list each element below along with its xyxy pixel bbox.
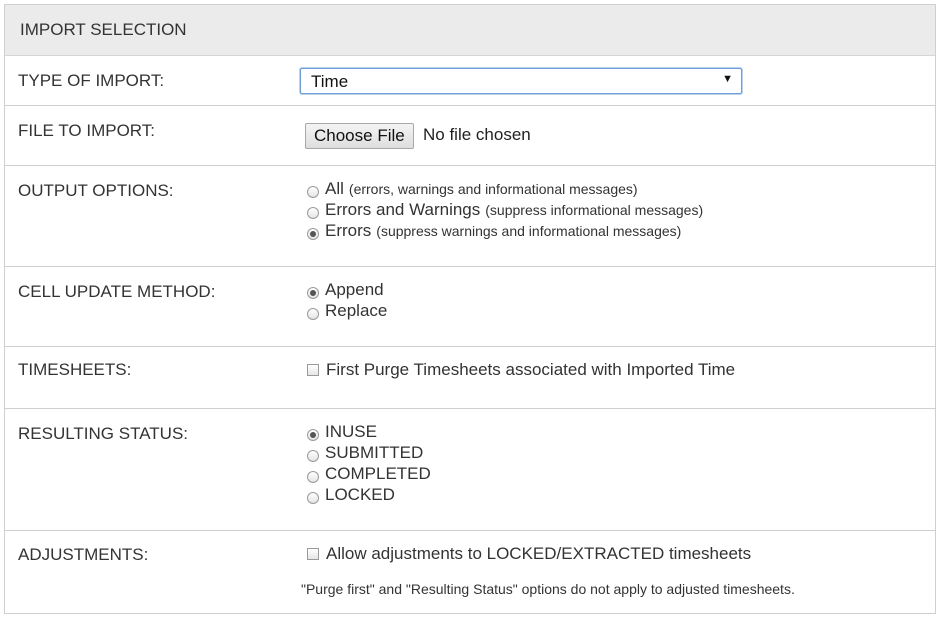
adjustments-label: ADJUSTMENTS: (18, 545, 149, 564)
output-option-errors[interactable]: Errors (suppress warnings and informatio… (307, 221, 681, 241)
output-options-label: OUTPUT OPTIONS: (18, 181, 174, 200)
output-option-errors-warnings-detail: (suppress informational messages) (485, 202, 704, 218)
status-completed[interactable]: COMPLETED (307, 464, 431, 484)
panel-title: IMPORT SELECTION (20, 20, 187, 39)
file-to-import-row: FILE TO IMPORT: Choose File No file chos… (5, 106, 935, 166)
output-option-all-label: All (325, 179, 344, 198)
status-locked[interactable]: LOCKED (307, 485, 395, 505)
allow-adjustments-label: Allow adjustments to LOCKED/EXTRACTED ti… (326, 544, 752, 563)
purge-timesheets-label: First Purge Timesheets associated with I… (326, 360, 736, 379)
radio-icon[interactable] (307, 207, 319, 219)
status-completed-label: COMPLETED (325, 464, 431, 483)
status-locked-label: LOCKED (325, 485, 395, 504)
choose-file-button[interactable]: Choose File (305, 123, 414, 149)
output-option-all-detail: (errors, warnings and informational mess… (348, 181, 638, 197)
cell-update-method-label: CELL UPDATE METHOD: (18, 282, 216, 301)
status-submitted[interactable]: SUBMITTED (307, 443, 423, 463)
chevron-down-icon: ▼ (722, 73, 733, 85)
cell-update-replace-label: Replace (325, 301, 388, 320)
import-selection-panel: IMPORT SELECTION TYPE OF IMPORT: Time ▼ … (4, 4, 936, 614)
radio-selected-icon[interactable] (307, 228, 319, 240)
output-option-all[interactable]: All (errors, warnings and informational … (307, 179, 638, 199)
purge-timesheets-option[interactable]: First Purge Timesheets associated with I… (307, 360, 735, 380)
checkbox-icon[interactable] (307, 548, 319, 560)
radio-icon[interactable] (307, 450, 319, 462)
cell-update-method-row: CELL UPDATE METHOD: Append Replace (5, 267, 935, 347)
import-type-selected-value: Time (311, 72, 349, 91)
output-option-errors-warnings-label: Errors and Warnings (325, 200, 481, 219)
adjustments-row: ADJUSTMENTS: Allow adjustments to LOCKED… (5, 531, 935, 613)
type-of-import-label: TYPE OF IMPORT: (18, 71, 165, 90)
radio-selected-icon[interactable] (307, 287, 319, 299)
file-status-text: No file chosen (423, 125, 531, 144)
output-option-errors-warnings[interactable]: Errors and Warnings (suppress informatio… (307, 200, 703, 220)
radio-icon[interactable] (307, 471, 319, 483)
radio-icon[interactable] (307, 308, 319, 320)
status-submitted-label: SUBMITTED (325, 443, 424, 462)
resulting-status-row: RESULTING STATUS: INUSE SUBMITTED COMPLE… (5, 409, 935, 531)
cell-update-append[interactable]: Append (307, 280, 384, 300)
timesheets-row: TIMESHEETS: First Purge Timesheets assoc… (5, 347, 935, 409)
checkbox-icon[interactable] (307, 364, 319, 376)
cell-update-replace[interactable]: Replace (307, 301, 387, 321)
status-inuse-label: INUSE (325, 422, 377, 441)
radio-icon[interactable] (307, 186, 319, 198)
timesheets-label: TIMESHEETS: (18, 360, 132, 379)
cell-update-append-label: Append (325, 280, 384, 299)
allow-adjustments-option[interactable]: Allow adjustments to LOCKED/EXTRACTED ti… (307, 544, 751, 564)
resulting-status-label: RESULTING STATUS: (18, 424, 189, 443)
file-to-import-label: FILE TO IMPORT: (18, 121, 155, 140)
output-options-row: OUTPUT OPTIONS: All (errors, warnings an… (5, 166, 935, 267)
status-inuse[interactable]: INUSE (307, 422, 377, 442)
radio-selected-icon[interactable] (307, 429, 319, 441)
output-option-errors-detail: (suppress warnings and informational mes… (376, 223, 682, 239)
radio-icon[interactable] (307, 492, 319, 504)
panel-header: IMPORT SELECTION (5, 5, 935, 56)
type-of-import-row: TYPE OF IMPORT: Time ▼ (5, 56, 935, 106)
output-option-errors-label: Errors (325, 221, 372, 240)
adjustments-note: "Purge first" and "Resulting Status" opt… (301, 581, 795, 597)
import-type-select[interactable]: Time ▼ (300, 68, 742, 94)
